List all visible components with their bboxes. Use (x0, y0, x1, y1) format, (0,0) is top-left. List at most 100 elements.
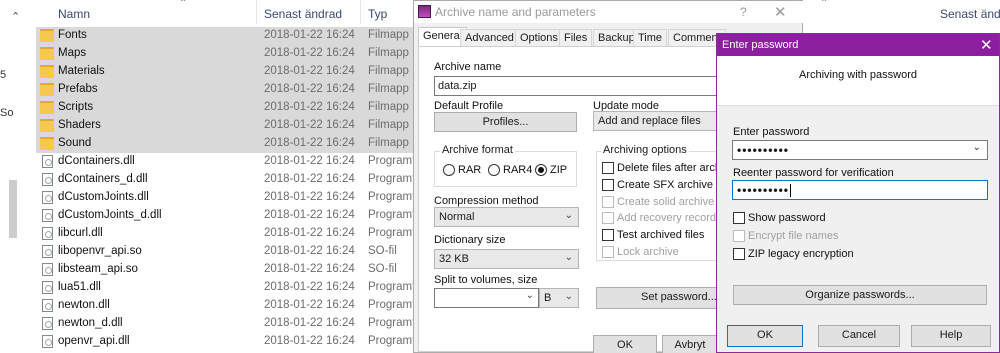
add-recovery-label: Add recovery record (617, 212, 717, 224)
file-date: 2018-01-22 16:24 (264, 173, 355, 185)
dialog-header: Archiving with password (717, 56, 999, 106)
format-rar4-radio[interactable] (488, 164, 500, 176)
test-archived-label[interactable]: Test archived files (617, 229, 704, 241)
file-row[interactable]: libcurl.dll 2018-01-22 16:24 Programti (36, 225, 416, 243)
file-row[interactable]: openvr_api.dll 2018-01-22 16:24 Programti (36, 333, 416, 351)
column-divider[interactable] (360, 0, 361, 24)
file-name: dCustomJoints_d.dll (58, 209, 162, 221)
file-icon (42, 281, 53, 294)
folder-icon (40, 83, 54, 96)
zip-legacy-label[interactable]: ZIP legacy encryption (748, 248, 854, 260)
zip-legacy-checkbox[interactable] (733, 248, 745, 260)
dictionary-size-select[interactable]: 32 KB ⌄ (434, 249, 579, 269)
column-header-row: ⌃ Namn Senast ändrad Typ (36, 0, 416, 26)
file-type: Filmapp (368, 101, 409, 113)
file-row[interactable]: libopenvr_api.so 2018-01-22 16:24 SO-fil (36, 243, 416, 261)
nav-item-text[interactable]: So (0, 107, 13, 119)
archive-name-input[interactable]: data.zip (434, 76, 724, 96)
file-name: Fonts (58, 29, 87, 41)
dialog-title: Enter password (722, 39, 799, 51)
format-rar-radio[interactable] (443, 164, 455, 176)
delete-files-checkbox[interactable] (602, 162, 614, 174)
navigation-scrollbar[interactable] (9, 180, 17, 238)
file-row[interactable]: newton_d.dll 2018-01-22 16:24 Programti (36, 315, 416, 333)
split-unit-value: B (544, 292, 552, 304)
enter-password-label: Enter password (733, 126, 810, 138)
tab-advanced[interactable]: Advanced (460, 29, 519, 47)
nav-item-text[interactable]: 5 (0, 69, 6, 81)
ok-button[interactable]: OK (593, 335, 657, 353)
folder-row[interactable]: Prefabs 2018-01-22 16:24 Filmapp (36, 81, 416, 99)
show-password-label[interactable]: Show password (748, 212, 826, 224)
help-icon[interactable]: ? (740, 5, 747, 19)
file-date: 2018-01-22 16:24 (264, 209, 355, 221)
dialog-title: Archive name and parameters (435, 5, 596, 19)
folder-row[interactable]: Scripts 2018-01-22 16:24 Filmapp (36, 99, 416, 117)
file-row[interactable]: dContainers.dll 2018-01-22 16:24 Programti (36, 153, 416, 171)
format-zip-radio[interactable] (535, 164, 547, 176)
file-icon (42, 227, 53, 240)
file-row[interactable]: libsteam_api.so 2018-01-22 16:24 SO-fil (36, 261, 416, 279)
folder-icon (40, 65, 54, 78)
organize-passwords-button[interactable]: Organize passwords... (733, 285, 987, 305)
compression-method-label: Compression method (434, 195, 539, 207)
dialog-subtitle: Archiving with password (799, 69, 917, 81)
file-name: dContainers.dll (58, 155, 135, 167)
reenter-password-input[interactable]: •••••••••• (732, 180, 988, 200)
file-type: SO-fil (368, 245, 397, 257)
folder-row[interactable]: Shaders 2018-01-22 16:24 Filmapp (36, 117, 416, 135)
file-row[interactable]: newton.dll 2018-01-22 16:24 Programti (36, 297, 416, 315)
help-button[interactable]: Help (911, 325, 991, 347)
format-zip-label[interactable]: ZIP (550, 164, 567, 176)
test-archived-checkbox[interactable] (602, 229, 614, 241)
folder-icon (40, 119, 54, 132)
chevron-down-icon[interactable]: ⌄ (973, 142, 982, 153)
split-unit-select[interactable]: B ⌄ (539, 288, 579, 308)
folder-row[interactable]: Maps 2018-01-22 16:24 Filmapp (36, 45, 416, 63)
show-password-checkbox[interactable] (733, 212, 745, 224)
file-name: dContainers_d.dll (58, 173, 148, 185)
cancel-button[interactable]: Avbryt (662, 335, 718, 353)
enter-password-value: •••••••••• (737, 143, 790, 157)
dialog-titlebar[interactable]: Enter password ✕ (717, 34, 999, 56)
tab-options[interactable]: Options (515, 29, 563, 47)
close-icon[interactable]: ✕ (774, 3, 787, 21)
format-rar4-label[interactable]: RAR4 (503, 164, 532, 176)
tab-time[interactable]: Time (633, 29, 668, 47)
column-header-modified[interactable]: Senast ändrad (940, 7, 1000, 21)
folder-row[interactable]: Materials 2018-01-22 16:24 Filmapp (36, 63, 416, 81)
file-date: 2018-01-22 16:24 (264, 29, 355, 41)
file-icon (42, 299, 53, 312)
format-rar-label[interactable]: RAR (458, 164, 481, 176)
folder-row[interactable]: Sound 2018-01-22 16:24 Filmapp (36, 135, 416, 153)
ok-button[interactable]: OK (727, 325, 803, 347)
chevron-down-icon[interactable]: ⌄ (526, 290, 534, 301)
profiles-button[interactable]: Profiles... (434, 112, 577, 132)
create-sfx-checkbox[interactable] (602, 179, 614, 191)
lock-archive-checkbox (602, 246, 614, 258)
enter-password-input[interactable]: •••••••••• ⌄ (732, 140, 988, 160)
file-date: 2018-01-22 16:24 (264, 335, 355, 347)
file-row[interactable]: lua51.dll 2018-01-22 16:24 Programti (36, 279, 416, 297)
column-header-type[interactable]: Typ (368, 7, 387, 21)
create-sfx-label[interactable]: Create SFX archive (617, 179, 713, 191)
file-row[interactable]: dCustomJoints_d.dll 2018-01-22 16:24 Progr… (36, 207, 416, 225)
update-mode-select[interactable]: Add and replace files (593, 111, 723, 131)
dialog-titlebar[interactable]: Archive name and parameters ? ✕ (414, 1, 804, 23)
file-date: 2018-01-22 16:24 (264, 47, 355, 59)
set-password-button[interactable]: Set password... (596, 287, 724, 309)
collapse-chevron-icon[interactable]: ⌃ (11, 10, 20, 23)
column-divider[interactable] (256, 0, 257, 24)
file-row[interactable]: dCustomJoints.dll 2018-01-22 16:24 Program… (36, 189, 416, 207)
file-icon (42, 335, 53, 348)
tab-files[interactable]: Files (559, 29, 593, 47)
cancel-button[interactable]: Cancel (818, 325, 900, 347)
folder-row[interactable]: Fonts 2018-01-22 16:24 Filmapp (36, 27, 416, 45)
file-row[interactable]: dContainers_d.dll 2018-01-22 16:24 Program… (36, 171, 416, 189)
column-header-modified[interactable]: Senast ändrad (264, 7, 342, 21)
split-size-input[interactable]: ⌄ (434, 288, 539, 308)
close-icon[interactable]: ✕ (980, 36, 993, 54)
file-type: Programti (368, 155, 416, 167)
compression-method-select[interactable]: Normal ⌄ (434, 207, 579, 227)
column-header-name[interactable]: Namn (58, 7, 90, 21)
